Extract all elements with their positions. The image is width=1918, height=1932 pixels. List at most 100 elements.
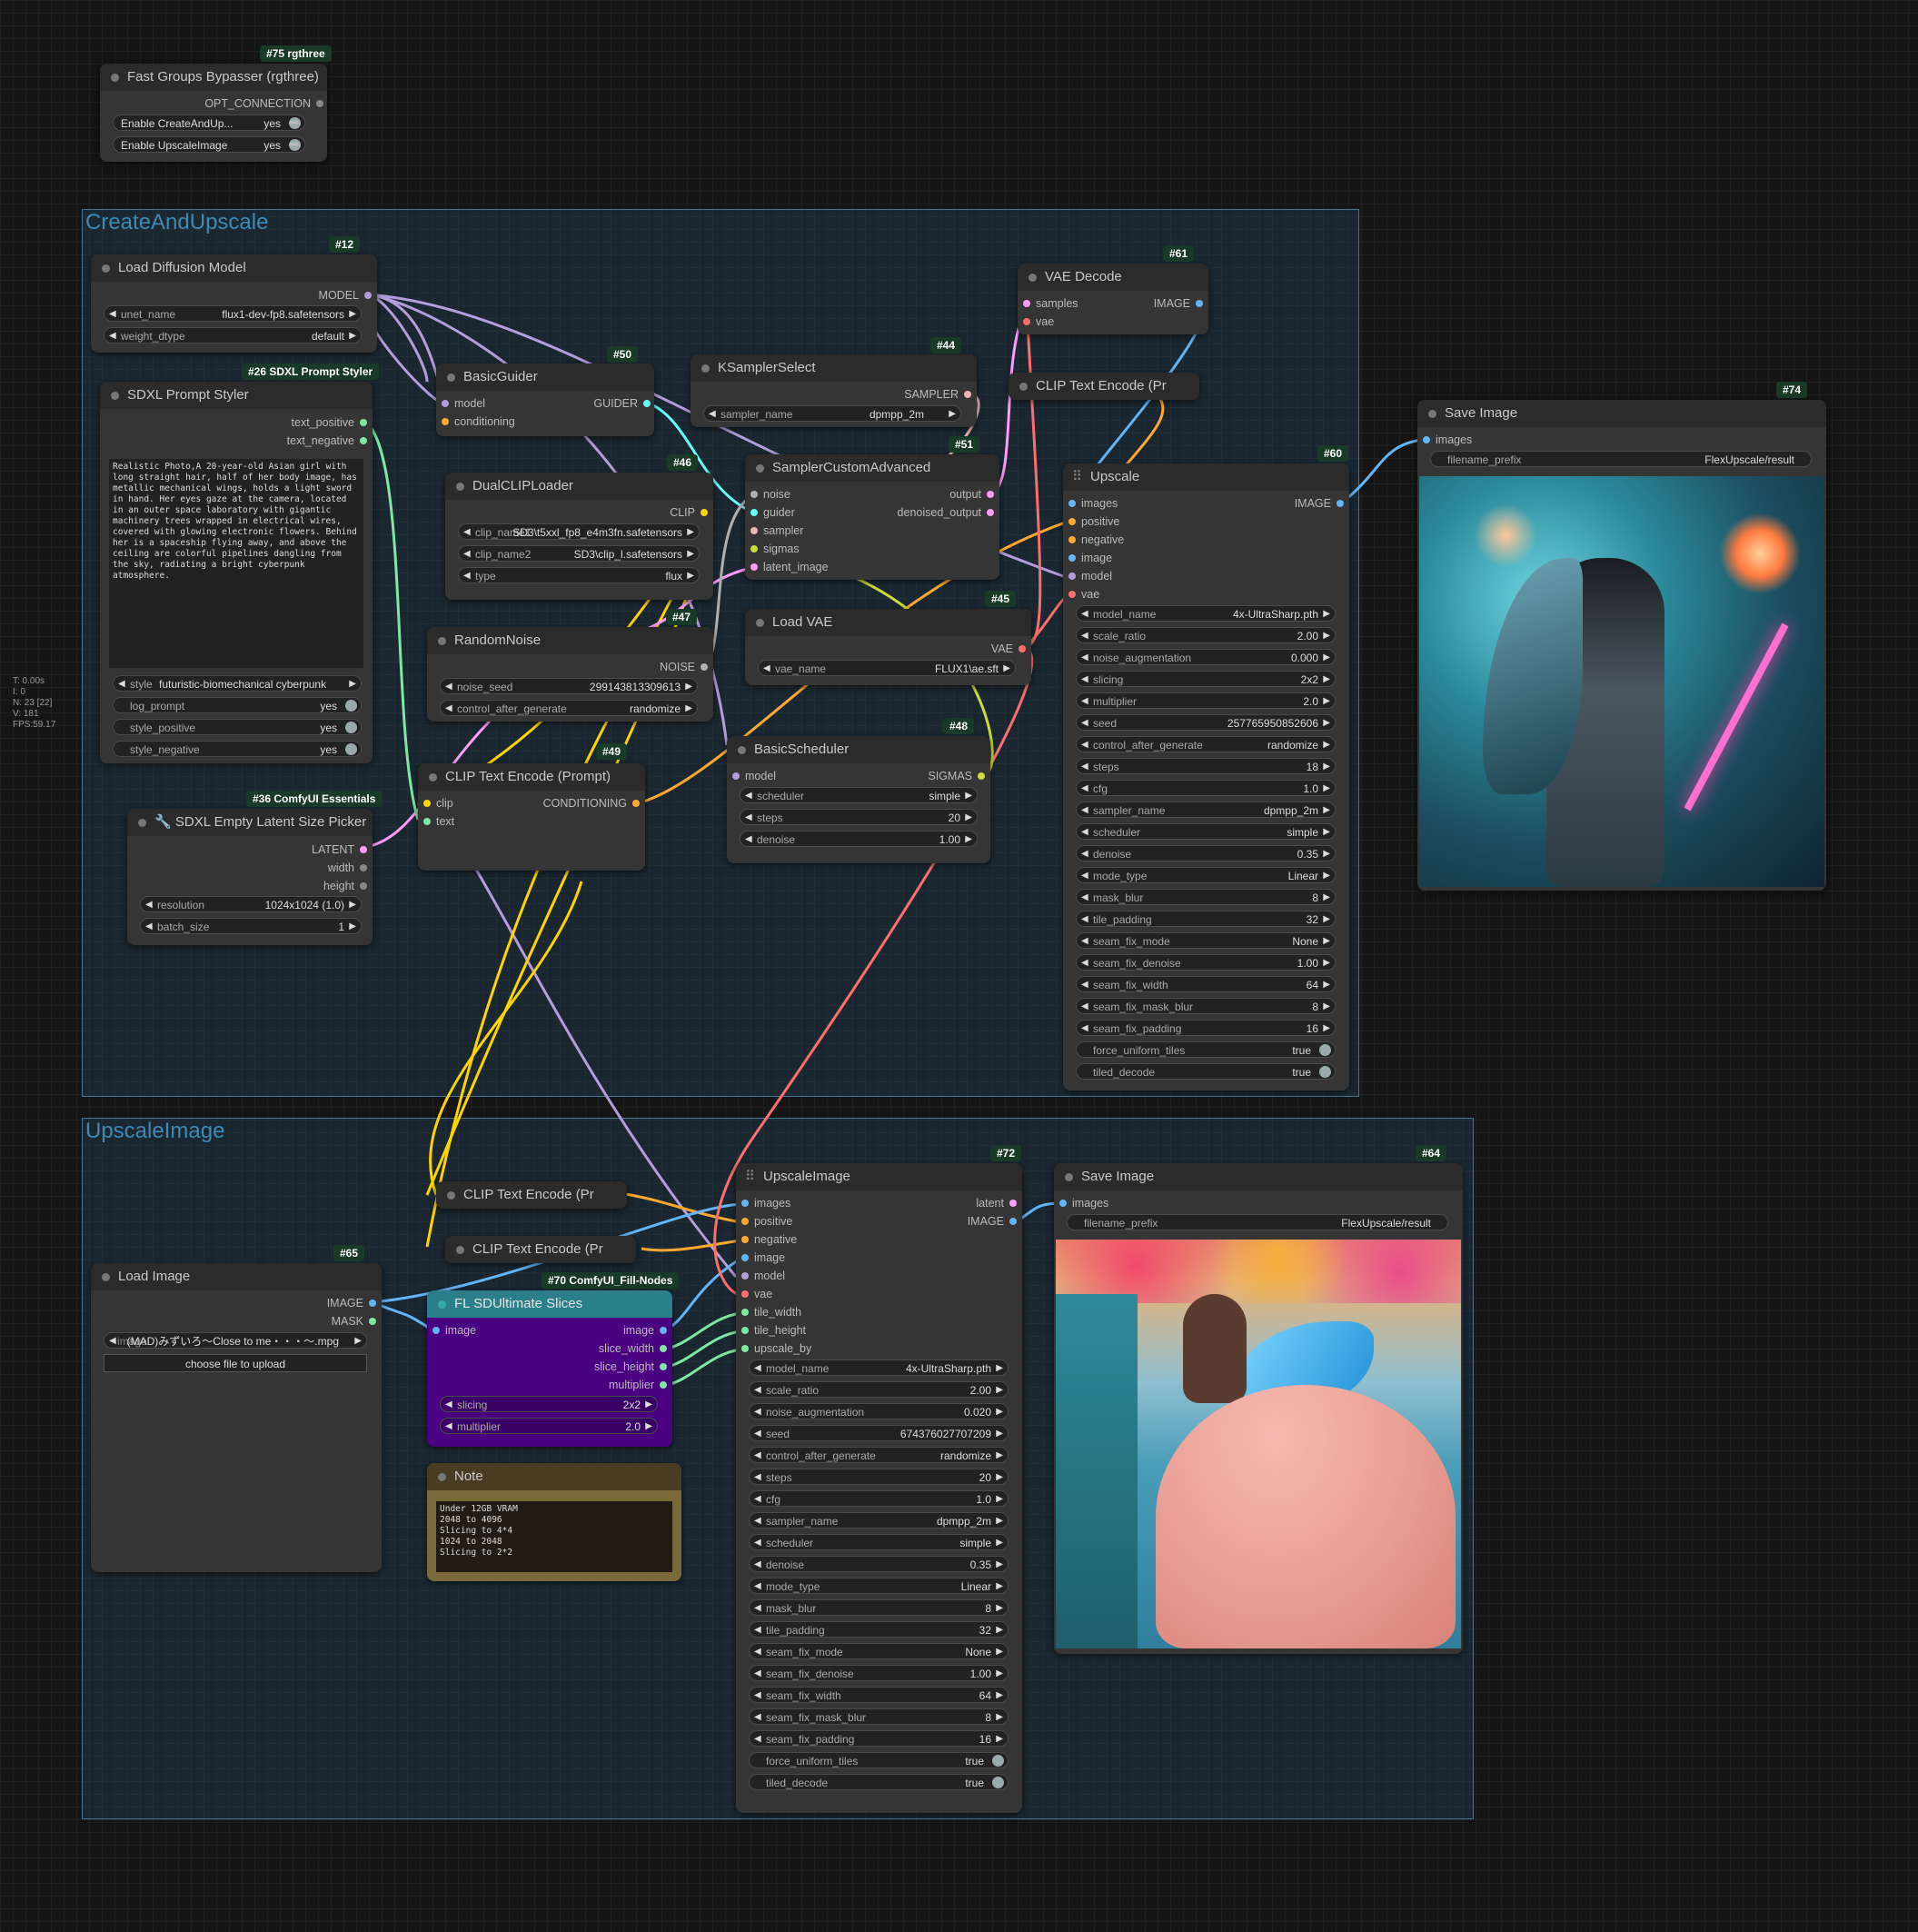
widget-denoise[interactable]: ◀ denoise 0.35 ▶ <box>749 1556 1009 1572</box>
widget-tile-padding[interactable]: ◀ tile_padding 32 ▶ <box>749 1621 1009 1638</box>
output-image-preview[interactable] <box>1056 1240 1461 1648</box>
input-image[interactable]: image <box>741 1250 785 1265</box>
input-model[interactable]: model <box>741 1269 785 1283</box>
collapse-dot-icon[interactable] <box>102 1273 110 1281</box>
widget-seam-fix-padding[interactable]: ◀ seam_fix_padding 16 ▶ <box>749 1730 1009 1747</box>
input-vae[interactable]: vae <box>1023 314 1054 329</box>
node-basic-scheduler[interactable]: BasicScheduler model SIGMAS ◀ scheduler si… <box>727 736 990 863</box>
widget-clip-name2[interactable]: ◀ clip_name2 SD3\clip_l.safetensors ▶ <box>458 545 700 562</box>
input-model[interactable]: model <box>1068 569 1112 583</box>
toggle-style-positive[interactable]: style_positive yes <box>113 719 362 735</box>
node-ksampler-select[interactable]: KSamplerSelect SAMPLER ◀ sampler_name dpmp… <box>691 354 977 427</box>
widget-control-after-generate[interactable]: ◀ control_after_generate randomize ▶ <box>749 1447 1009 1463</box>
input-images[interactable]: images <box>1059 1196 1108 1210</box>
widget-resolution[interactable]: ◀ resolution 1024x1024 (1.0) ▶ <box>140 896 362 912</box>
collapse-dot-icon[interactable] <box>447 373 455 382</box>
output-sigmas[interactable]: SIGMAS <box>928 769 985 783</box>
node-load-image[interactable]: Load Image IMAGE MASK ◀ image (MAD)みずいろ〜Cl… <box>91 1263 382 1572</box>
node-title[interactable]: VAE Decode <box>1045 269 1122 284</box>
node-title[interactable]: Load Image <box>118 1269 190 1284</box>
toggle-log-prompt[interactable]: log_prompt yes <box>113 697 362 713</box>
widget-mode-type[interactable]: ◀ mode_type Linear ▶ <box>749 1578 1009 1594</box>
collapse-dot-icon[interactable] <box>456 483 464 491</box>
widget-multiplier[interactable]: ◀ multiplier 2.0 ▶ <box>1076 692 1336 709</box>
input-conditioning[interactable]: conditioning <box>442 414 515 429</box>
widget-weight-dtype[interactable]: ◀ weight_dtype default ▶ <box>104 327 362 344</box>
node-fast-groups-bypasser[interactable]: Fast Groups Bypasser (rgthree) OPT_CONNE… <box>100 64 327 162</box>
input-vae[interactable]: vae <box>741 1287 772 1301</box>
node-random-noise[interactable]: RandomNoise NOISE ◀ noise_seed 29914381330… <box>427 627 713 722</box>
node-title[interactable]: Load VAE <box>772 614 832 630</box>
widget-seed[interactable]: ◀ seed 257765950852606 ▶ <box>1076 714 1336 731</box>
output-text-positive[interactable]: text_positive <box>292 415 367 430</box>
group-title[interactable]: CreateAndUpscale <box>85 210 268 235</box>
node-empty-latent-size-picker[interactable]: 🔧 SDXL Empty Latent Size Picker LATENT w… <box>127 809 373 945</box>
output-slice-width[interactable]: slice_width <box>599 1341 667 1356</box>
node-title[interactable]: BasicScheduler <box>754 742 849 757</box>
collapse-dot-icon[interactable] <box>111 392 119 400</box>
node-dual-clip-loader[interactable]: DualCLIPLoader CLIP ◀ clip_name1 SD3\t5xxl… <box>445 473 713 600</box>
output-image[interactable]: IMAGE <box>968 1214 1017 1229</box>
node-title[interactable]: FL SDUltimate Slices <box>454 1296 582 1311</box>
collapse-dot-icon[interactable] <box>456 1246 464 1254</box>
output-text-negative[interactable]: text_negative <box>287 433 367 448</box>
widget-tile-padding[interactable]: ◀ tile_padding 32 ▶ <box>1076 911 1336 927</box>
node-title[interactable]: UpscaleImage <box>763 1169 850 1184</box>
node-upscale[interactable]: ⠿ Upscale IMAGE images positive negative ima… <box>1063 463 1349 1090</box>
toggle-force-uniform-tiles[interactable]: force_uniform_tiles true <box>749 1752 1009 1768</box>
widget-mask-blur[interactable]: ◀ mask_blur 8 ▶ <box>1076 889 1336 905</box>
input-vae[interactable]: vae <box>1068 587 1099 602</box>
widget-scheduler[interactable]: ◀ scheduler simple ▶ <box>749 1534 1009 1550</box>
widget-scale-ratio[interactable]: ◀ scale_ratio 2.00 ▶ <box>749 1381 1009 1398</box>
widget-seam-fix-mode[interactable]: ◀ seam_fix_mode None ▶ <box>749 1643 1009 1659</box>
widget-seam-fix-mode[interactable]: ◀ seam_fix_mode None ▶ <box>1076 932 1336 949</box>
widget-sampler-name[interactable]: ◀ sampler_name dpmpp_2m ▶ <box>749 1512 1009 1529</box>
collapse-dot-icon[interactable] <box>756 464 764 473</box>
widget-scheduler[interactable]: ◀ scheduler simple ▶ <box>1076 823 1336 840</box>
node-clip-text-encode-collapsed[interactable]: CLIP Text Encode (Pr <box>445 1236 636 1263</box>
output-noise[interactable]: NOISE <box>660 660 708 674</box>
output-image[interactable]: IMAGE <box>1154 296 1203 311</box>
node-title[interactable]: SDXL Empty Latent Size Picker <box>175 814 366 830</box>
node-title[interactable]: SDXL Prompt Styler <box>127 387 249 403</box>
widget-scale-ratio[interactable]: ◀ scale_ratio 2.00 ▶ <box>1076 627 1336 643</box>
output-clip[interactable]: CLIP <box>670 505 708 520</box>
node-title[interactable]: DualCLIPLoader <box>472 478 573 493</box>
toggle-enable-upscale[interactable]: Enable UpscaleImage yes <box>113 136 305 153</box>
widget-noise-seed[interactable]: ◀ noise_seed 299143813309613 ▶ <box>440 678 698 694</box>
node-title[interactable]: Save Image <box>1445 405 1517 421</box>
collapse-dot-icon[interactable] <box>1029 274 1037 282</box>
collapse-dot-icon[interactable] <box>438 1300 446 1309</box>
arrow-right-icon[interactable]: ➡ <box>289 115 307 130</box>
input-text[interactable]: text <box>423 814 454 829</box>
output-vae[interactable]: VAE <box>991 642 1026 656</box>
widget-control-after-generate[interactable]: ◀ control_after_generate randomize ▶ <box>440 700 698 716</box>
output-latent[interactable]: LATENT <box>312 842 367 857</box>
collapse-dot-icon[interactable] <box>438 1473 446 1481</box>
output-opt-connection[interactable]: OPT_CONNECTION <box>204 96 323 111</box>
widget-seam-fix-denoise[interactable]: ◀ seam_fix_denoise 1.00 ▶ <box>1076 954 1336 971</box>
collapse-dot-icon[interactable] <box>447 1191 455 1200</box>
choose-file-button[interactable]: choose file to upload <box>104 1354 367 1372</box>
node-title[interactable]: Fast Groups Bypasser (rgthree) <box>127 69 319 85</box>
output-conditioning[interactable]: CONDITIONING <box>543 796 640 811</box>
input-image[interactable]: image <box>432 1323 476 1338</box>
widget-slicing[interactable]: ◀ slicing 2x2 ▶ <box>1076 671 1336 687</box>
widget-cfg[interactable]: ◀ cfg 1.0 ▶ <box>1076 780 1336 796</box>
input-samples[interactable]: samples <box>1023 296 1078 311</box>
widget-seam-fix-padding[interactable]: ◀ seam_fix_padding 16 ▶ <box>1076 1020 1336 1036</box>
node-title[interactable]: CLIP Text Encode (Prompt) <box>445 769 611 784</box>
node-vae-decode[interactable]: VAE Decode samples vae IMAGE <box>1018 264 1208 334</box>
node-sdxl-prompt-styler[interactable]: SDXL Prompt Styler text_positive text_ne… <box>100 382 373 763</box>
grip-icon[interactable]: ⠿ <box>1072 463 1082 491</box>
output-model[interactable]: MODEL <box>319 288 372 303</box>
node-title[interactable]: CLIP Text Encode (Pr <box>1036 378 1167 393</box>
output-guider[interactable]: GUIDER <box>593 396 651 411</box>
node-note[interactable]: Note Under 12GB VRAM 2048 to 4096 Slicin… <box>427 1463 681 1581</box>
node-title[interactable]: BasicGuider <box>463 369 538 384</box>
widget-steps[interactable]: ◀ steps 20 ▶ <box>749 1469 1009 1485</box>
node-title[interactable]: RandomNoise <box>454 632 541 648</box>
node-title[interactable]: Load Diffusion Model <box>118 260 246 275</box>
node-basic-guider[interactable]: BasicGuider model conditioning GUIDER <box>436 363 654 436</box>
input-tile-width[interactable]: tile_width <box>741 1305 801 1320</box>
